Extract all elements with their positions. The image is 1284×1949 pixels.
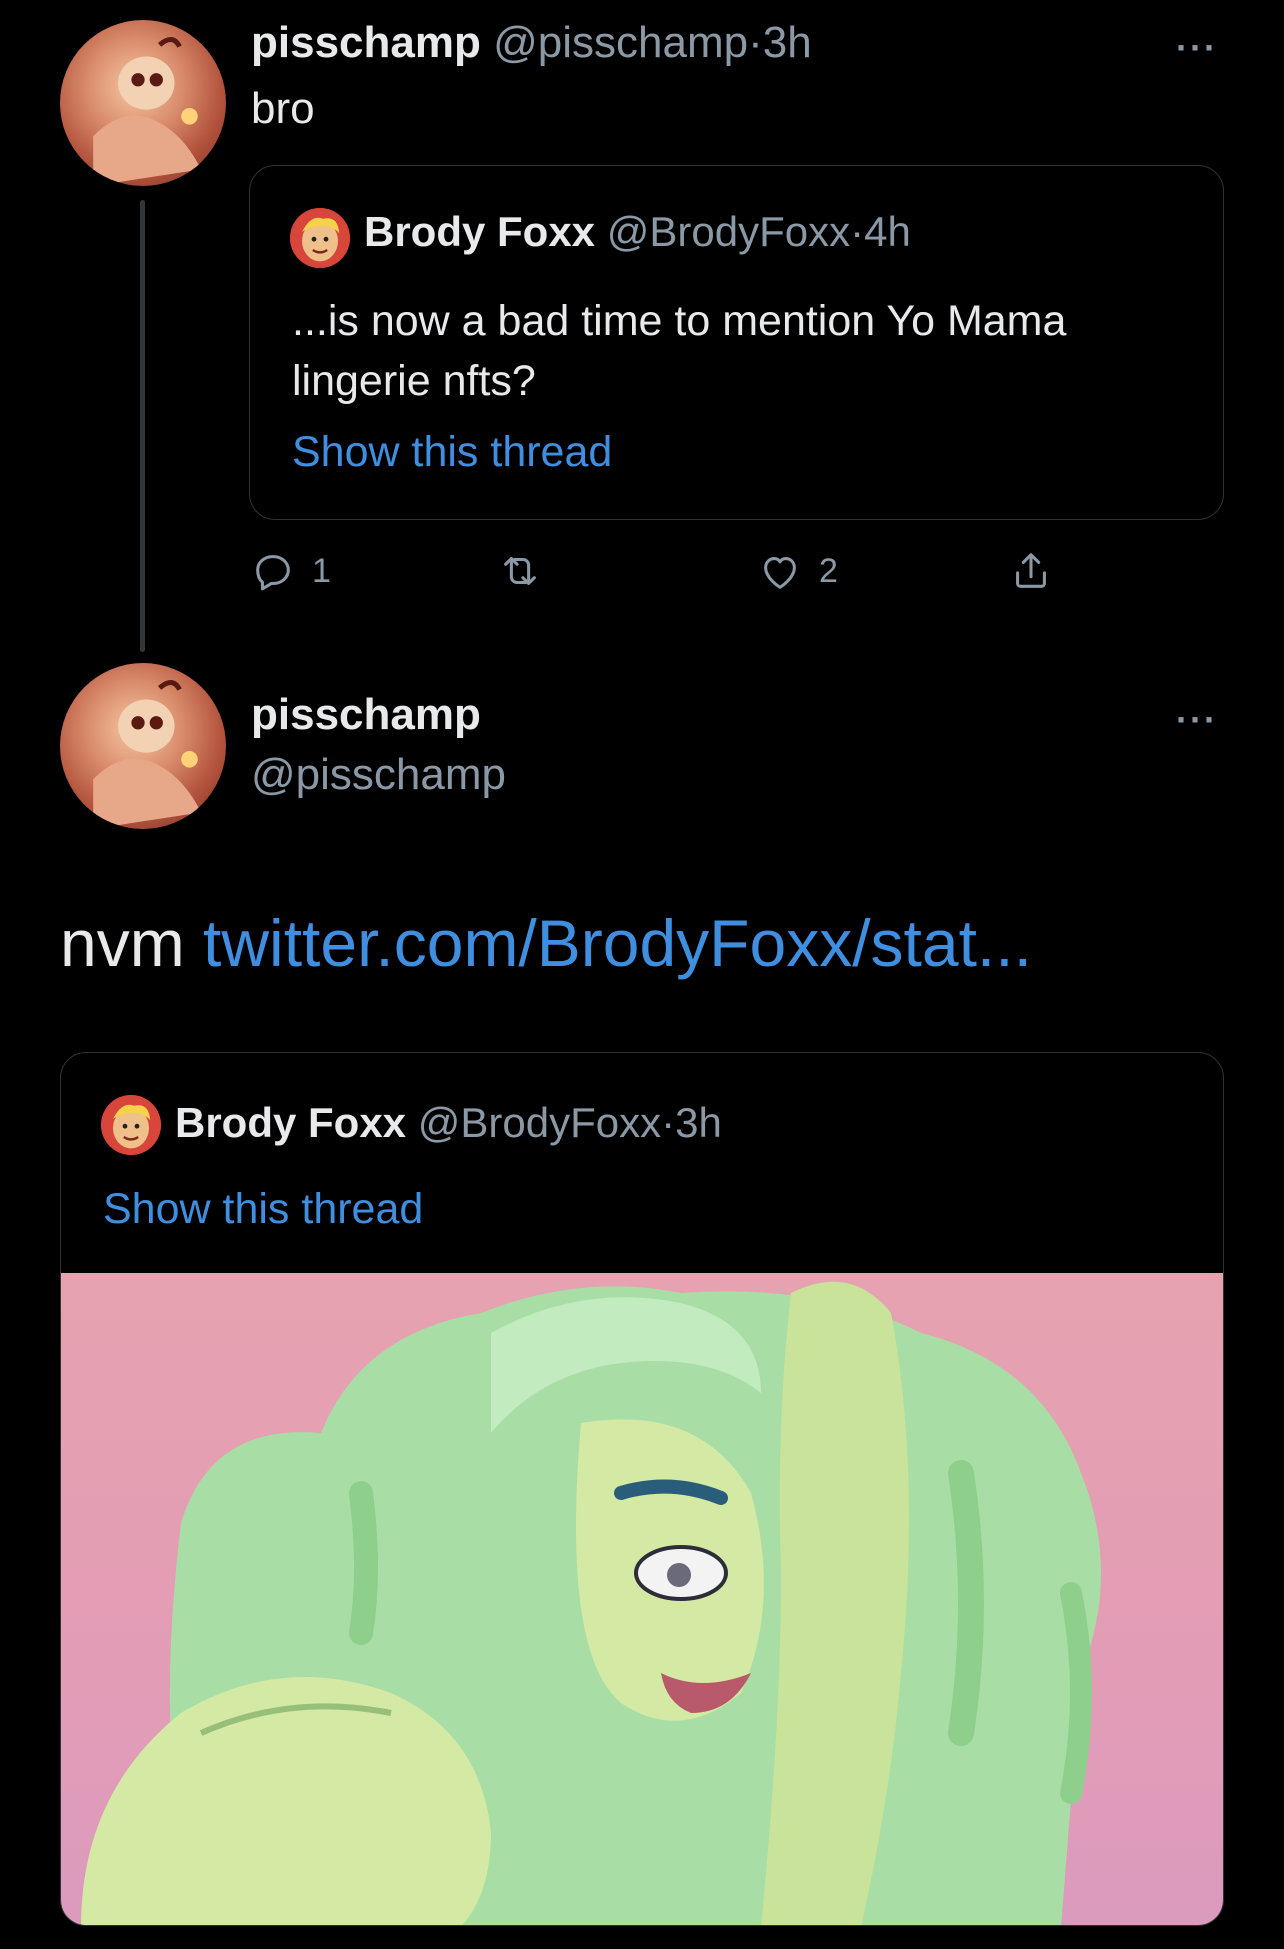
retweet-icon xyxy=(504,557,536,585)
handle[interactable]: @pisschamp xyxy=(493,18,748,67)
illustration xyxy=(81,1281,1101,1925)
show-thread-link[interactable]: Show this thread xyxy=(292,428,612,477)
display-name[interactable]: pisschamp xyxy=(251,18,481,67)
share-button[interactable] xyxy=(1008,548,1054,594)
timestamp[interactable]: 3h xyxy=(763,18,812,67)
like-count: 2 xyxy=(819,551,838,590)
separator: · xyxy=(661,1099,676,1146)
quoted-avatar[interactable] xyxy=(101,1095,161,1155)
tweet-text: nvm twitter.com/BrodyFoxx/stat... xyxy=(60,905,1032,981)
separator: · xyxy=(850,208,865,255)
share-icon xyxy=(1016,553,1046,588)
quoted-header: Brody Foxx @BrodyFoxx·3h xyxy=(175,1099,722,1147)
quoted-handle[interactable]: @BrodyFoxx xyxy=(418,1099,661,1146)
reply-count: 1 xyxy=(312,551,331,590)
display-name[interactable]: pisschamp xyxy=(251,690,481,740)
show-thread-link[interactable]: Show this thread xyxy=(103,1185,423,1234)
media-image[interactable] xyxy=(61,1273,1223,1925)
handle[interactable]: @pisschamp xyxy=(251,750,506,800)
quoted-text: ...is now a bad time to mention Yo Mama … xyxy=(292,297,1067,405)
like-button[interactable]: 2 xyxy=(757,548,838,594)
separator: · xyxy=(748,18,763,67)
more-options-icon[interactable]: ··· xyxy=(1176,702,1218,738)
reply-icon xyxy=(256,555,290,591)
tweet-header: pisschamp @pisschamp·3h xyxy=(251,18,812,68)
quoted-display-name[interactable]: Brody Foxx xyxy=(364,208,595,255)
avatar[interactable] xyxy=(60,20,226,186)
tweet-link[interactable]: twitter.com/BrodyFoxx/stat... xyxy=(203,906,1032,980)
like-icon xyxy=(764,557,796,589)
avatar[interactable] xyxy=(60,663,226,829)
quoted-avatar[interactable] xyxy=(290,208,350,268)
quoted-header: Brody Foxx @BrodyFoxx·4h xyxy=(364,208,911,256)
quoted-timestamp[interactable]: 3h xyxy=(675,1099,722,1146)
tweet-text: bro xyxy=(251,84,315,133)
quoted-timestamp[interactable]: 4h xyxy=(864,208,911,255)
retweet-button[interactable] xyxy=(497,548,559,594)
quoted-tweet-card[interactable]: Brody Foxx @BrodyFoxx·3h Show this threa… xyxy=(60,1052,1224,1926)
quoted-display-name[interactable]: Brody Foxx xyxy=(175,1099,406,1146)
quoted-tweet-card[interactable]: Brody Foxx @BrodyFoxx·4h ...is now a bad… xyxy=(249,165,1224,520)
quoted-handle[interactable]: @BrodyFoxx xyxy=(607,208,850,255)
thread-line xyxy=(140,200,145,652)
reply-button[interactable]: 1 xyxy=(250,548,331,594)
tweet-text-prefix: nvm xyxy=(60,906,185,980)
more-options-icon[interactable]: ··· xyxy=(1176,30,1218,66)
